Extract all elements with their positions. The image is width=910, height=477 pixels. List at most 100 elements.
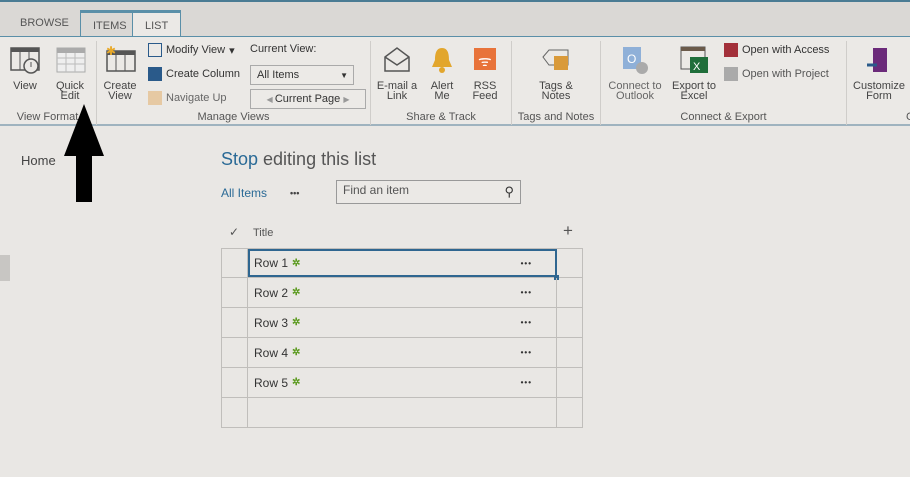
group-label-connect-export: Connect & Export [680,111,767,123]
svg-text:✱: ✱ [106,45,116,58]
row-title: Row 5 [254,375,289,390]
new-item-icon: ✲ [292,287,301,298]
excel-icon: X [678,45,710,75]
group-label-manage-views: Manage Views [197,111,270,123]
extra-cell[interactable] [557,249,582,277]
open-access-button[interactable]: Open with Access [724,43,829,57]
outlook-icon: O [619,45,651,75]
search-input[interactable]: Find an item ⚲ [336,180,521,204]
row-title: Row 1 [254,256,289,270]
table-row[interactable]: Row 3 ✲ ••• [221,308,583,338]
row-select-cell[interactable] [222,278,248,307]
item-menu-button[interactable]: ••• [521,318,532,327]
quick-edit-grid: Row 1 ✲ ••• Row 2 ✲ ••• Row 3 ✲ ••• Row 4 ✲ ••• Row … [221,248,583,428]
extra-cell[interactable] [557,278,582,307]
modify-view-button[interactable]: Modify View ▾ [148,43,235,57]
title-cell[interactable]: Row 5 ✲ ••• [248,368,557,397]
create-view-icon: ✱ [104,44,136,75]
current-view-select[interactable]: All Items ▼ [250,65,354,85]
new-item-icon: ✲ [292,317,301,328]
new-item-icon: ✲ [292,257,301,269]
table-row[interactable] [221,398,583,428]
row-select-cell[interactable] [222,398,248,427]
email-link-button[interactable]: E-mail a Link [374,45,420,102]
add-column-button[interactable]: + [563,221,573,241]
navigate-up-button[interactable]: Navigate Up [148,91,227,105]
extra-cell[interactable] [557,338,582,367]
group-label-share-track: Share & Track [406,111,476,123]
create-view-button[interactable]: ✱ Create View [101,44,139,102]
next-page-icon[interactable]: ▶ [343,95,349,104]
title-cell[interactable]: Row 3 ✲ ••• [248,308,557,337]
left-panel-handle[interactable] [0,255,10,281]
item-menu-button[interactable]: ••• [521,348,532,357]
new-item-icon: ✲ [292,347,301,358]
access-icon [724,43,738,57]
bell-icon [426,45,458,75]
item-menu-button[interactable]: ••• [521,378,532,387]
row-title: Row 3 [254,315,289,330]
extra-cell[interactable] [557,308,582,337]
group-label-customize: C [906,111,910,123]
create-column-icon [148,67,162,81]
ribbon: View Quick Edit View Format ✱ Create Vie… [0,36,910,126]
quick-edit-icon [54,45,86,75]
new-item-icon: ✲ [292,377,301,388]
chevron-down-icon: ▼ [340,71,348,80]
current-page-pager[interactable]: ◀ Current Page ▶ [250,89,366,109]
extra-cell[interactable] [557,398,582,427]
svg-text:ᯤ: ᯤ [478,53,492,70]
tab-browse[interactable]: BROWSE [8,10,81,38]
table-row[interactable]: Row 5 ✲ ••• [221,368,583,398]
navigate-up-icon [148,91,162,105]
modify-view-icon [148,43,162,57]
extra-cell[interactable] [557,368,582,397]
select-all-checkbox[interactable]: ✓ [229,225,239,239]
more-views-button[interactable]: ••• [290,188,299,198]
table-row[interactable]: Row 4 ✲ ••• [221,338,583,368]
infopath-icon [863,45,895,75]
item-menu-button[interactable]: ••• [521,288,532,297]
table-row[interactable]: Row 2 ✲ ••• [221,278,583,308]
divider [846,41,847,125]
title-cell[interactable]: Row 4 ✲ ••• [248,338,557,367]
view-button[interactable]: View [6,45,44,92]
title-cell[interactable]: Row 2 ✲ ••• [248,278,557,307]
envelope-icon [381,45,413,75]
group-label-tags-notes: Tags and Notes [517,111,595,123]
rss-icon: ᯤ [469,45,501,75]
item-menu-button[interactable]: ••• [521,259,532,268]
row-title: Row 4 [254,345,289,360]
row-select-cell[interactable] [222,338,248,367]
connect-outlook-button[interactable]: O Connect to Outlook [604,45,666,102]
view-icon [9,45,41,75]
nav-home-link[interactable]: Home [21,153,56,168]
tags-notes-button[interactable]: Tags & Notes [530,45,582,102]
tab-items[interactable]: ITEMS [80,10,140,38]
row-title: Row 2 [254,285,289,300]
export-excel-button[interactable]: X Export to Excel [668,45,720,102]
project-icon [724,67,738,81]
title-cell[interactable] [248,398,557,427]
quick-edit-button[interactable]: Quick Edit [52,45,88,102]
current-view-label: Current View: [250,43,317,55]
table-row[interactable]: Row 1 ✲ ••• [221,248,583,280]
arrow-annotation-icon [64,104,104,202]
row-select-cell[interactable] [222,308,248,337]
create-column-button[interactable]: Create Column [148,67,240,81]
stop-editing-link[interactable]: Stop [221,149,258,169]
row-select-cell[interactable] [222,249,248,277]
page-title: Stop editing this list [221,149,377,169]
search-icon[interactable]: ⚲ [504,184,514,200]
title-cell[interactable]: Row 1 ✲ ••• [248,249,559,280]
tab-list[interactable]: LIST [132,10,182,38]
open-project-button[interactable]: Open with Project [724,67,829,81]
column-header-title[interactable]: Title [253,227,273,239]
customize-form-button[interactable]: Customize Form [850,45,908,102]
view-all-items[interactable]: All Items [221,186,267,200]
prev-page-icon[interactable]: ◀ [266,95,274,104]
row-select-cell[interactable] [222,368,248,397]
rss-feed-button[interactable]: ᯤ RSS Feed [466,45,504,102]
svg-text:X: X [693,61,701,73]
alert-me-button[interactable]: Alert Me [424,45,460,102]
